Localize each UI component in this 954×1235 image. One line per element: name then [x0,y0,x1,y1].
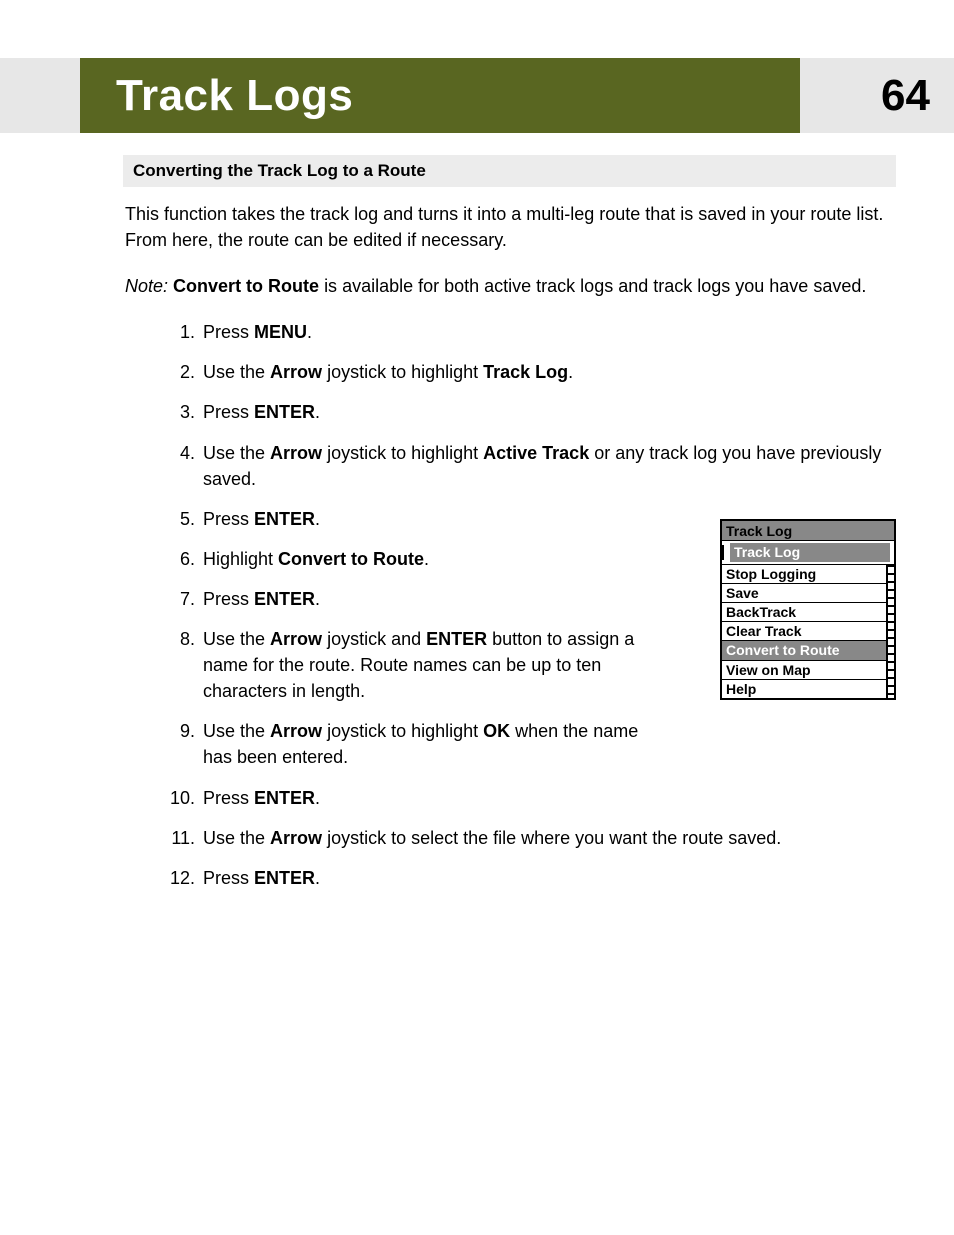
step-number: 3. [165,399,195,425]
step-text-c: . [315,509,320,529]
step-text-a: Press [203,589,254,609]
step-number: 10. [165,785,195,811]
step-text-a: Use the [203,721,270,741]
step-number: 11. [165,825,195,851]
device-menu-item-help: Help [722,680,886,698]
step-text-c: . [568,362,573,382]
step-text-b: joystick to select the file where you wa… [322,828,781,848]
step-text-a: Press [203,402,254,422]
note-label: Note: [125,276,168,296]
step-text-a: Highlight [203,549,278,569]
step-text-c: . [307,322,312,342]
enter-key: ENTER [254,589,315,609]
device-menu-item-stop-logging: Stop Logging [722,565,886,584]
page-number: 64 [881,71,930,121]
steps-area: 1. Press MENU. 2. Use the Arrow joystick… [125,319,896,891]
section-heading: Converting the Track Log to a Route [123,155,896,187]
step-text-a: Press [203,322,254,342]
step-text-a: Press [203,868,254,888]
step-10: 10. Press ENTER. [165,785,896,811]
page-header-band: Track Logs 64 [0,58,954,133]
document-page: Track Logs 64 Converting the Track Log t… [0,58,954,891]
step-text-b: joystick to highlight [322,443,483,463]
enter-key: ENTER [254,788,315,808]
step-3: 3. Press ENTER. [165,399,896,425]
note-rest: is available for both active track logs … [324,276,866,296]
step-text-c: . [315,868,320,888]
device-menu-item-backtrack: BackTrack [722,603,886,622]
arrow-key: Arrow [270,362,322,382]
note-feature-name: Convert to Route [173,276,319,296]
step-number: 1. [165,319,195,345]
step-4: 4. Use the Arrow joystick to highlight A… [165,440,896,492]
menu-key: MENU [254,322,307,342]
step-text-a: Press [203,788,254,808]
page-content: Converting the Track Log to a Route This… [0,155,954,891]
ok-term: OK [483,721,510,741]
step-text-c: . [315,589,320,609]
step-number: 4. [165,440,195,466]
arrow-key: Arrow [270,721,322,741]
step-text-b: joystick to highlight [322,721,483,741]
step-number: 6. [165,546,195,572]
step-text-a: Use the [203,828,270,848]
step-text-a: Use the [203,443,270,463]
step-number: 2. [165,359,195,385]
step-11: 11. Use the Arrow joystick to select the… [165,825,896,851]
track-log-term: Track Log [483,362,568,382]
page-header-green-block: Track Logs [80,58,800,133]
device-menu-figure: Track Log Track Log Stop Logging Save Ba… [720,519,896,700]
device-menu-item-clear-track: Clear Track [722,622,886,641]
active-track-term: Active Track [483,443,589,463]
step-9: 9. Use the Arrow joystick to highlight O… [165,718,896,770]
enter-key: ENTER [254,868,315,888]
enter-key: ENTER [426,629,487,649]
step-text-a: Use the [203,629,270,649]
step-text-b: joystick to highlight [322,362,483,382]
arrow-key: Arrow [270,443,322,463]
step-number: 12. [165,865,195,891]
step-text-c: . [424,549,429,569]
intro-paragraph: This function takes the track log and tu… [125,201,896,253]
device-menu-item-save: Save [722,584,886,603]
arrow-key: Arrow [270,828,322,848]
device-menu-item-view-on-map: View on Map [722,661,886,680]
step-text-c: . [315,402,320,422]
step-text-b: joystick and [322,629,426,649]
note-paragraph: Note: Convert to Route is available for … [125,273,896,299]
arrow-key: Arrow [270,629,322,649]
device-menu-subtitle: Track Log [726,543,890,561]
step-number: 7. [165,586,195,612]
step-text-a: Press [203,509,254,529]
step-2: 2. Use the Arrow joystick to highlight T… [165,359,896,385]
step-1: 1. Press MENU. [165,319,896,345]
device-menu-list: Stop Logging Save BackTrack Clear Track … [722,564,894,698]
convert-to-route-term: Convert to Route [278,549,424,569]
enter-key: ENTER [254,509,315,529]
step-12: 12. Press ENTER. [165,865,896,891]
device-menu-title: Track Log [722,521,894,541]
step-text-a: Use the [203,362,270,382]
step-number: 9. [165,718,195,744]
step-number: 8. [165,626,195,652]
enter-key: ENTER [254,402,315,422]
device-menu-item-convert-to-route: Convert to Route [722,641,886,660]
page-title: Track Logs [116,71,353,121]
step-text-c: . [315,788,320,808]
step-number: 5. [165,506,195,532]
